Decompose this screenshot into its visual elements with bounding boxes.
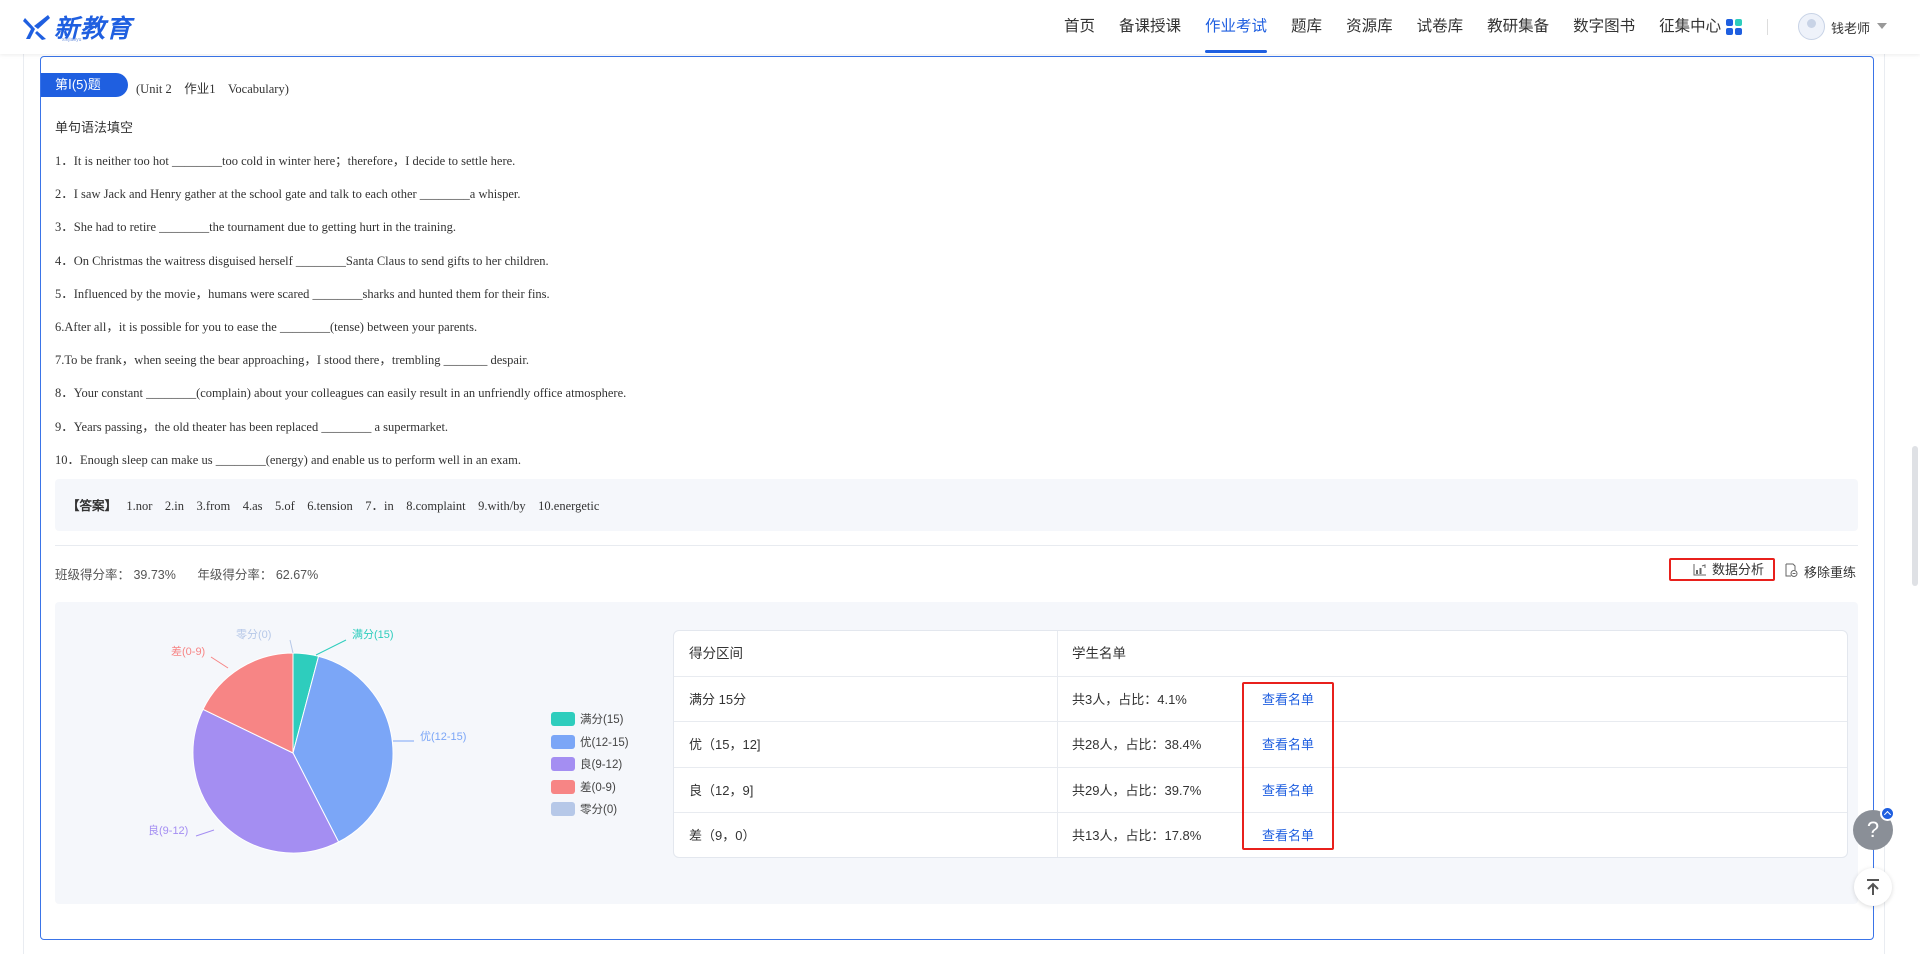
- table-column-divider: [1057, 631, 1058, 857]
- legend-item-excellent[interactable]: 优(12-15): [551, 731, 629, 754]
- question-item: 1．It is neither too hot ________too cold…: [55, 154, 516, 168]
- table-header-row: 得分区间 学生名单: [674, 631, 1847, 677]
- question-item: 6.After all，it is possible for you to ea…: [55, 319, 478, 334]
- remove-retrain-button[interactable]: 移除重练: [1784, 562, 1856, 581]
- user-name[interactable]: 钱老师: [1831, 18, 1870, 37]
- count-cell: 共13人，占比：17.8%: [1072, 828, 1202, 843]
- page-scrollbar[interactable]: [1912, 446, 1918, 586]
- question-item: 5．Influenced by the movie，humans were sc…: [55, 286, 550, 301]
- logo-subtext: xinjiaoyu: [62, 37, 82, 43]
- count-cell: 共29人，占比：39.7%: [1072, 782, 1202, 798]
- question-list: 1．It is neither too hot ________too cold…: [55, 150, 626, 482]
- count-cell: 共28人，占比：38.4%: [1072, 737, 1202, 752]
- nav-divider: [1767, 19, 1768, 35]
- range-cell: 差（9，0）: [689, 828, 756, 843]
- legend-label: 零分(0): [580, 804, 618, 817]
- nav-teaching-research[interactable]: 教研集备: [1475, 0, 1561, 54]
- question-item: 2．I saw Jack and Henry gather at the sch…: [55, 187, 521, 202]
- legend-swatch: [551, 802, 575, 817]
- question-item: 8．Your constant ________(complain) about…: [55, 386, 627, 401]
- question-item: 7.To be frank，when seeing the bear appro…: [55, 353, 529, 368]
- question-type-label: 单句语法填空: [55, 120, 134, 135]
- question-number-tag: 第Ⅰ(5)题: [41, 73, 128, 97]
- range-cell: 满分 15分: [689, 691, 747, 707]
- legend-label: 差(0-9): [580, 781, 616, 794]
- answer-content: 【答案】 1.nor 2.in 3.from 4.as 5.of 6.tensi…: [67, 495, 599, 514]
- score-rates: 班级得分率： 39.73% 年级得分率： 62.67%: [55, 564, 336, 583]
- legend-label: 优(12-15): [580, 736, 629, 749]
- logo[interactable]: 新教育 xinjiaoyu: [22, 10, 132, 44]
- question-item: 3．She had to retire ________the tourname…: [55, 220, 456, 235]
- chart-icon: [1693, 564, 1706, 576]
- legend-label: 良(9-12): [580, 759, 623, 772]
- class-score-rate: 班级得分率： 39.73%: [55, 568, 176, 582]
- header-student-list: 学生名单: [1072, 646, 1126, 661]
- data-analysis-label: 数据分析: [1712, 562, 1765, 577]
- question-item: 4．On Christmas the waitress disguised he…: [55, 253, 549, 268]
- question-item: 9．Years passing，the old theater has been…: [55, 419, 449, 434]
- chevron-down-icon[interactable]: [1877, 23, 1887, 29]
- chart-legend: 满分(15) 优(12-15) 良(9-12) 差(0-9) 零分(0): [551, 708, 629, 821]
- answer-label: 【答案】: [67, 499, 118, 513]
- data-analysis-button[interactable]: 数据分析: [1669, 558, 1775, 581]
- nav-digital-books[interactable]: 数字图书: [1561, 0, 1647, 54]
- question-item: 10．Enough sleep can make us ________(ene…: [55, 452, 521, 467]
- nav-home[interactable]: 首页: [1052, 0, 1107, 54]
- back-to-top-button[interactable]: [1854, 868, 1892, 906]
- answer-text: 1.nor 2.in 3.from 4.as 5.of 6.tension 7．…: [117, 499, 600, 513]
- grade-score-rate: 年级得分率： 62.67%: [197, 568, 319, 582]
- range-cell: 良（12，9]: [689, 782, 754, 798]
- legend-swatch: [551, 757, 575, 772]
- nav-paper-bank[interactable]: 试卷库: [1405, 0, 1476, 54]
- legend-item-zero[interactable]: 零分(0): [551, 798, 629, 821]
- nav-collection-center[interactable]: 征集中心: [1647, 0, 1733, 54]
- answer-box: 【答案】 1.nor 2.in 3.from 4.as 5.of 6.tensi…: [55, 479, 1858, 531]
- legend-label: 满分(15): [580, 714, 624, 727]
- legend-swatch: [551, 734, 575, 749]
- question-source: (Unit 2 作业1 Vocabulary): [136, 82, 289, 96]
- collapse-icon[interactable]: [1880, 806, 1895, 821]
- nav-lesson-prep[interactable]: 备课授课: [1107, 0, 1193, 54]
- count-cell: 共3人，占比：4.1%: [1072, 691, 1187, 707]
- legend-item-poor[interactable]: 差(0-9): [551, 776, 629, 799]
- section-divider: [55, 545, 1858, 546]
- logo-icon: [23, 15, 50, 40]
- header-score-range: 得分区间: [689, 646, 743, 661]
- legend-swatch: [551, 779, 575, 794]
- user-avatar[interactable]: [1798, 13, 1825, 40]
- apps-grid-icon[interactable]: [1726, 19, 1742, 35]
- document-remove-icon: [1785, 563, 1798, 577]
- main-nav: 首页 备课授课 作业考试 题库 资源库 试卷库 教研集备 数字图书 征集中心: [1052, 0, 1733, 54]
- legend-item-good[interactable]: 良(9-12): [551, 753, 629, 776]
- highlight-box: [1242, 682, 1334, 850]
- legend-item-full[interactable]: 满分(15): [551, 708, 629, 731]
- nav-resources[interactable]: 资源库: [1334, 0, 1405, 54]
- range-cell: 优（15，12]: [689, 737, 761, 752]
- nav-question-bank[interactable]: 题库: [1279, 0, 1334, 54]
- nav-homework-exam[interactable]: 作业考试: [1193, 0, 1279, 54]
- top-nav-bar: 新教育 xinjiaoyu 首页 备课授课 作业考试 题库 资源库 试卷库 教研…: [0, 0, 1920, 54]
- arrow-up-to-top-icon: [1867, 879, 1879, 895]
- remove-retrain-label: 移除重练: [1804, 565, 1857, 580]
- legend-swatch: [551, 712, 575, 727]
